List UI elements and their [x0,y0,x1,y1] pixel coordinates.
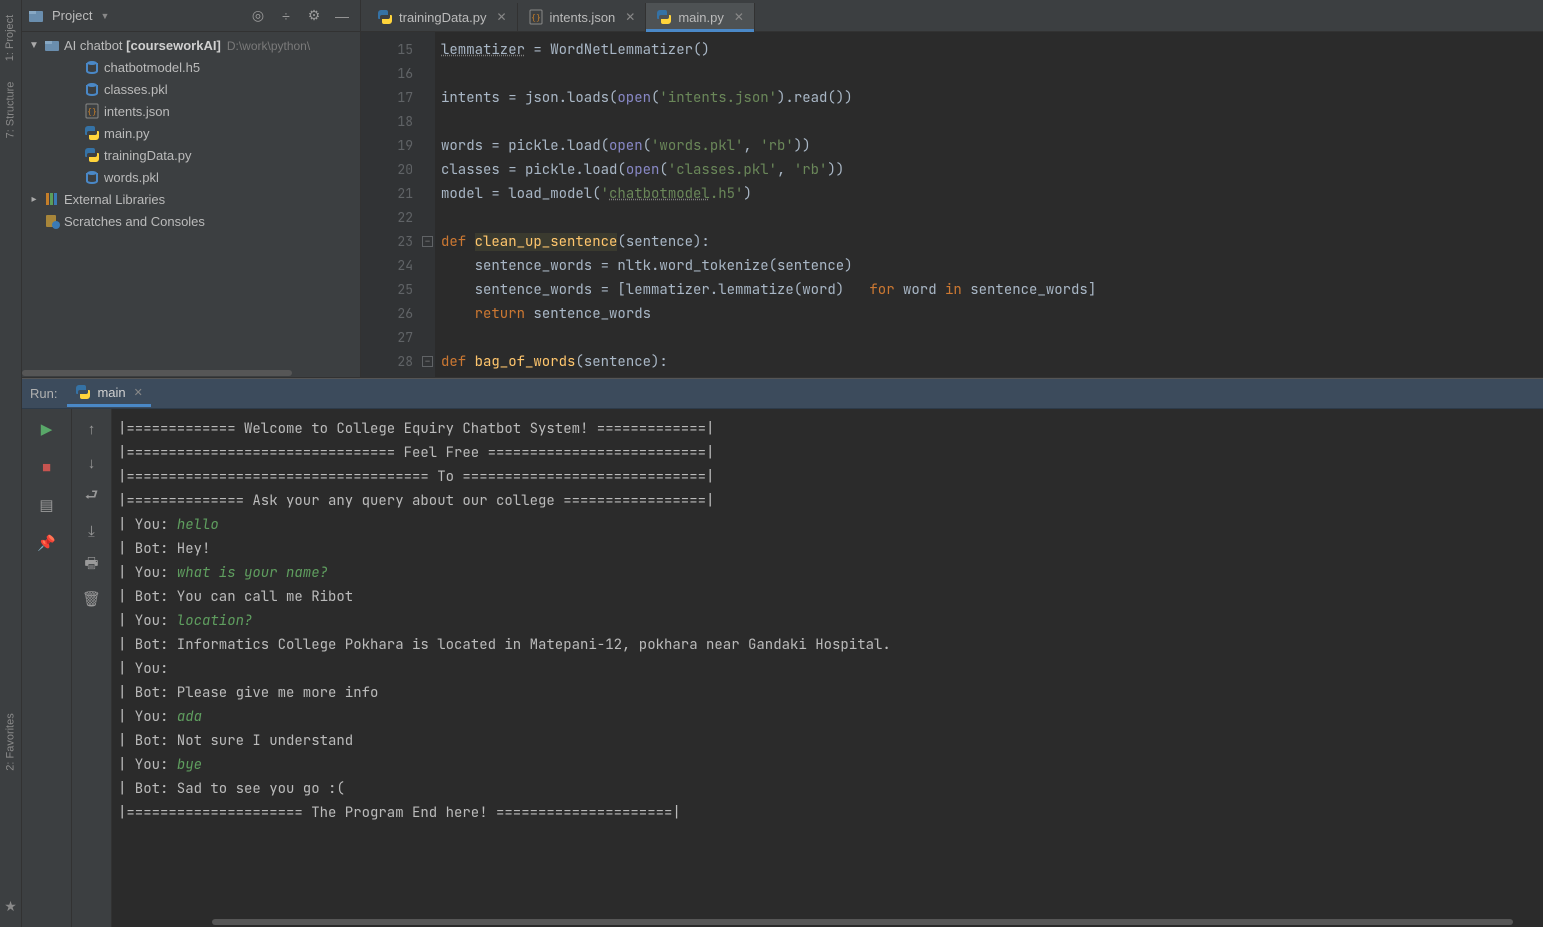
tree-scratches-label: Scratches and Consoles [64,214,205,229]
scroll-icon[interactable]: ⤓ [82,521,102,541]
star-icon: ★ [4,898,17,915]
console-line: |================================ Feel F… [118,441,1543,465]
svg-text:{}: {} [87,107,97,116]
project-title: Project [52,8,92,23]
tool-window-rail: 1: Project 7: Structure 2: Favorites ★ [0,0,22,927]
sidebar-scrollbar[interactable] [22,369,360,377]
close-icon[interactable]: ✕ [134,386,143,399]
editor-tab[interactable]: {} intents.json ✕ [518,3,647,31]
target-icon[interactable]: ◎ [246,7,270,24]
arrow-down-icon[interactable]: ↓ [82,453,102,473]
play-icon[interactable]: ▶ [37,419,57,439]
tree-root-row[interactable]: ▼ AI chatbot [courseworkAI]D:\work\pytho… [22,34,360,56]
gear-icon[interactable]: ⚙ [302,7,326,24]
console-line: | You: what is your name? [118,561,1543,585]
tree-file[interactable]: ▸trainingData.py [22,144,360,166]
tree-file-label: intents.json [104,104,170,119]
console-line: | You: hello [118,513,1543,537]
console-line: |============== Ask your any query about… [118,489,1543,513]
rail-structure[interactable]: 7: Structure [5,82,17,139]
tree-file[interactable]: ▸main.py [22,122,360,144]
stop-icon[interactable]: ■ [37,457,57,477]
scratches-icon [44,213,60,229]
tree-file[interactable]: ▸chatbotmodel.h5 [22,56,360,78]
folder-icon [44,37,60,53]
console-line: | You: bye [118,753,1543,777]
library-icon [44,191,60,207]
console-line: | Bot: You can call me Ribot [118,585,1543,609]
tree-scratches[interactable]: ▸ Scratches and Consoles [22,210,360,232]
run-tab[interactable]: main ✕ [67,381,150,407]
editor-body[interactable]: 1516171819202122232425262728 −− lemmatiz… [361,32,1543,377]
pin-icon[interactable]: 📌 [37,533,57,553]
run-header: Run: main ✕ [22,379,1543,409]
console-line: |============= Welcome to College Equiry… [118,417,1543,441]
console-scrollbar[interactable] [202,917,1543,927]
close-icon[interactable]: ✕ [496,10,506,24]
tree-root-label: AI chatbot [courseworkAI]D:\work\python\ [64,38,310,53]
tree-file-label: trainingData.py [104,148,191,163]
console-line: |===================== The Program End h… [118,801,1543,825]
console-line: | Bot: Informatics College Pokhara is lo… [118,633,1543,657]
editor-tab-bar: trainingData.py ✕ {} intents.json ✕ main.py ✕ [361,0,1543,32]
run-tab-label: main [97,385,125,400]
run-tool-col-a: ▶ ■ ▤ 📌 [22,409,72,927]
wrap-icon[interactable]: ⮐ [82,487,102,507]
tree-file[interactable]: ▸classes.pkl [22,78,360,100]
tree-file[interactable]: ▸{}intents.json [22,100,360,122]
rail-project[interactable]: 1: Project [5,15,17,61]
console-line: | You: ada [118,705,1543,729]
console-line: | You: [118,657,1543,681]
console-line: | Bot: Not sure I understand [118,729,1543,753]
run-tool-col-b: ↑ ↓ ⮐ ⤓ 🖶 🗑 [72,409,112,927]
print-icon[interactable]: 🖶 [82,555,102,575]
fold-column[interactable]: −− [421,32,435,377]
editor-tab[interactable]: trainingData.py ✕ [367,3,518,31]
run-label: Run: [30,386,57,401]
console-line: | You: location? [118,609,1543,633]
minimize-icon[interactable]: — [330,8,354,24]
expand-icon[interactable]: ÷ [274,8,298,24]
editor-area: trainingData.py✕{}intents.json✕main.py✕ … [361,0,1543,377]
rail-favorites[interactable]: 2: Favorites [5,713,17,770]
fold-marker[interactable]: − [422,236,433,247]
project-header: Project ▼ ◎ ÷ ⚙ — [22,0,360,32]
run-panel: Run: main ✕ ▶ ■ ▤ 📌 ↑ ↓ ⮐ ⤓ [22,378,1543,927]
python-icon [75,384,91,400]
tree-file-label: words.pkl [104,170,159,185]
svg-text:{}: {} [531,13,541,22]
tree-external-libs[interactable]: ▸ External Libraries [22,188,360,210]
console-line: |==================================== To… [118,465,1543,489]
console-line: | Bot: Sad to see you go :( [118,777,1543,801]
chevron-down-icon[interactable]: ▼ [100,11,109,21]
fold-marker[interactable]: − [422,356,433,367]
tab-label: trainingData.py [399,10,486,25]
project-icon [28,8,44,24]
console-line: | Bot: Hey! [118,537,1543,561]
tree-file-label: classes.pkl [104,82,168,97]
project-sidebar: Project ▼ ◎ ÷ ⚙ — ▼ AI chatbot [coursewo… [22,0,361,377]
close-icon[interactable]: ✕ [625,10,635,24]
tree-extlib-label: External Libraries [64,192,165,207]
tab-label: intents.json [550,10,616,25]
close-icon[interactable]: ✕ [734,10,744,24]
tree-file-label: main.py [104,126,150,141]
layout-icon[interactable]: ▤ [37,495,57,515]
tree-file[interactable]: ▸words.pkl [22,166,360,188]
code-editor[interactable]: lemmatizer = WordNetLemmatizer() intents… [435,32,1543,377]
arrow-up-icon[interactable]: ↑ [82,419,102,439]
line-gutter: 1516171819202122232425262728 [361,32,421,377]
tree-file-label: chatbotmodel.h5 [104,60,200,75]
trash-icon[interactable]: 🗑 [82,589,102,609]
console-line: | Bot: Please give me more info [118,681,1543,705]
console-output[interactable]: |============= Welcome to College Equiry… [112,409,1543,917]
project-tree[interactable]: ▼ AI chatbot [courseworkAI]D:\work\pytho… [22,32,360,369]
tab-label: main.py [678,10,724,25]
editor-tab[interactable]: main.py ✕ [646,3,755,31]
